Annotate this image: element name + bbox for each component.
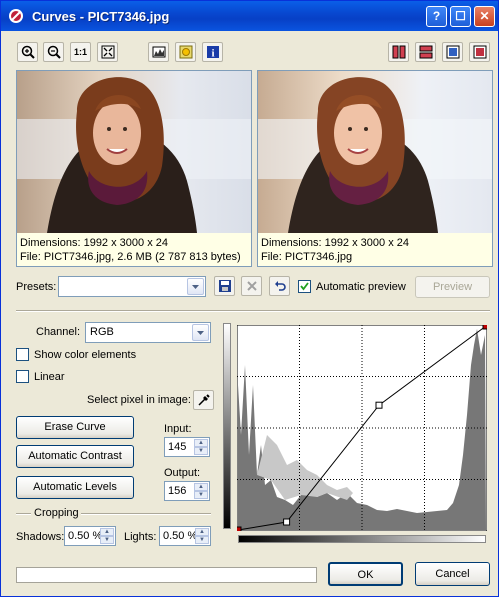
undo-icon [274,281,286,291]
automatic-preview-checkbox[interactable] [298,280,311,293]
erase-curve-button[interactable]: Erase Curve [16,416,134,439]
presets-label: Presets: [16,281,57,293]
output-label: Output: [164,467,201,479]
delete-icon [246,281,257,291]
linear-checkbox[interactable] [16,370,29,383]
show-color-elements-checkbox[interactable] [16,348,29,361]
cancel-button[interactable]: Cancel [415,562,490,586]
maximize-button[interactable]: ☐ [450,6,471,27]
input-stepper[interactable]: 145 ▲ ▼ [164,437,210,457]
undo-button[interactable] [269,276,290,296]
single-after-button[interactable] [469,42,490,62]
fit-window-button[interactable] [97,42,118,62]
original-info: Dimensions: 1992 x 3000 x 24 File: PICT7… [20,236,241,264]
linear-label: Linear [34,371,65,383]
delete-preset-button[interactable] [241,276,262,296]
split-vertical-button[interactable] [388,42,409,62]
input-label: Input: [164,423,192,435]
info-icon: i [206,46,219,60]
chevron-down-icon [192,324,209,341]
fit-window-icon [101,45,114,59]
input-stepper-arrows[interactable]: ▲ ▼ [194,439,208,455]
portrait-image-adjusted [258,71,492,233]
single-view-icon [446,45,459,59]
zoom-out-icon [47,45,61,59]
curve-control-point[interactable] [375,401,383,409]
shadows-value: 0.50 % [68,530,103,542]
automatic-preview-label: Automatic preview [316,281,406,293]
separator [16,310,490,312]
svg-text:i: i [211,48,214,60]
lights-label: Lights: [124,531,157,543]
actual-size-button[interactable]: 1:1 [70,42,91,62]
cropping-separator-right [81,513,211,515]
result-dimensions: Dimensions: 1992 x 3000 x 24 [261,237,409,249]
split-horizontal-button[interactable] [415,42,436,62]
checkmark-icon [300,282,309,291]
shadows-stepper-arrows[interactable]: ▲ ▼ [100,528,114,544]
curve-control-point[interactable] [283,518,291,526]
histogram-button[interactable] [148,42,169,62]
chevron-down-icon [187,278,204,295]
close-button[interactable]: ✕ [474,6,495,27]
result-file-info: File: PICT7346.jpg [261,251,353,263]
lights-value: 0.50 % [163,530,198,542]
preview-button[interactable]: Preview [415,276,490,298]
channel-label: Channel: [36,326,81,338]
title-bar: Curves - PICT7346.jpg ? ☐ ✕ [1,1,498,31]
automatic-levels-button[interactable]: Automatic Levels [16,476,134,499]
curve-control-point[interactable] [482,325,487,330]
window-title: Curves - PICT7346.jpg [32,8,170,24]
help-button[interactable]: ? [426,6,447,27]
curves-dialog: Curves - PICT7346.jpg ? ☐ ✕ 1:1 i Dimens… [0,0,499,597]
shadows-label: Shadows: [16,531,65,543]
info-button[interactable]: i [202,42,223,62]
save-preset-button[interactable] [214,276,235,296]
portrait-image [17,71,251,233]
split-vertical-icon [392,45,405,59]
progress-bar [16,567,317,583]
actual-size-icon: 1:1 [73,47,87,57]
color-button[interactable] [175,42,196,62]
result-info: Dimensions: 1992 x 3000 x 24 File: PICT7… [261,236,409,264]
select-pixel-label: Select pixel in image: [87,394,191,406]
zoom-in-icon [21,45,35,59]
lights-stepper-arrows[interactable]: ▲ ▼ [195,528,209,544]
input-gradient-bar [238,535,486,543]
single-before-button[interactable] [442,42,463,62]
eyedropper-icon [197,394,210,406]
input-value: 145 [168,441,187,453]
result-photo[interactable] [258,71,492,233]
output-value: 156 [168,485,187,497]
app-icon [9,9,23,23]
original-file-info: File: PICT7346.jpg, 2.6 MB (2 787 813 by… [20,251,241,263]
show-color-elements-label: Show color elements [34,349,137,361]
pick-pixel-button[interactable] [193,390,214,410]
shadows-stepper[interactable]: 0.50 % ▲ ▼ [64,526,116,546]
automatic-contrast-button[interactable]: Automatic Contrast [16,445,134,468]
save-icon [218,280,231,292]
cropping-label: Cropping [34,507,79,519]
ok-button[interactable]: OK [328,562,403,586]
sun-icon [179,45,192,59]
output-stepper-arrows[interactable]: ▲ ▼ [194,483,208,499]
result-preview-panel: Dimensions: 1992 x 3000 x 24 File: PICT7… [257,70,493,267]
original-photo[interactable] [17,71,251,233]
channel-dropdown[interactable]: RGB [85,322,211,343]
original-dimensions: Dimensions: 1992 x 3000 x 24 [20,237,168,249]
curve-editor[interactable] [237,325,487,531]
channel-value: RGB [90,326,114,338]
output-gradient-bar [223,323,231,529]
single-view-after-icon [473,45,486,59]
output-stepper[interactable]: 156 ▲ ▼ [164,481,210,501]
original-preview-panel: Dimensions: 1992 x 3000 x 24 File: PICT7… [16,70,252,267]
histogram-icon [152,46,165,58]
split-horizontal-icon [419,45,432,59]
zoom-out-button[interactable] [43,42,64,62]
zoom-in-button[interactable] [17,42,38,62]
cropping-separator-left [16,513,31,515]
presets-dropdown[interactable] [58,276,206,297]
curve-control-point[interactable] [237,526,242,531]
lights-stepper[interactable]: 0.50 % ▲ ▼ [159,526,211,546]
